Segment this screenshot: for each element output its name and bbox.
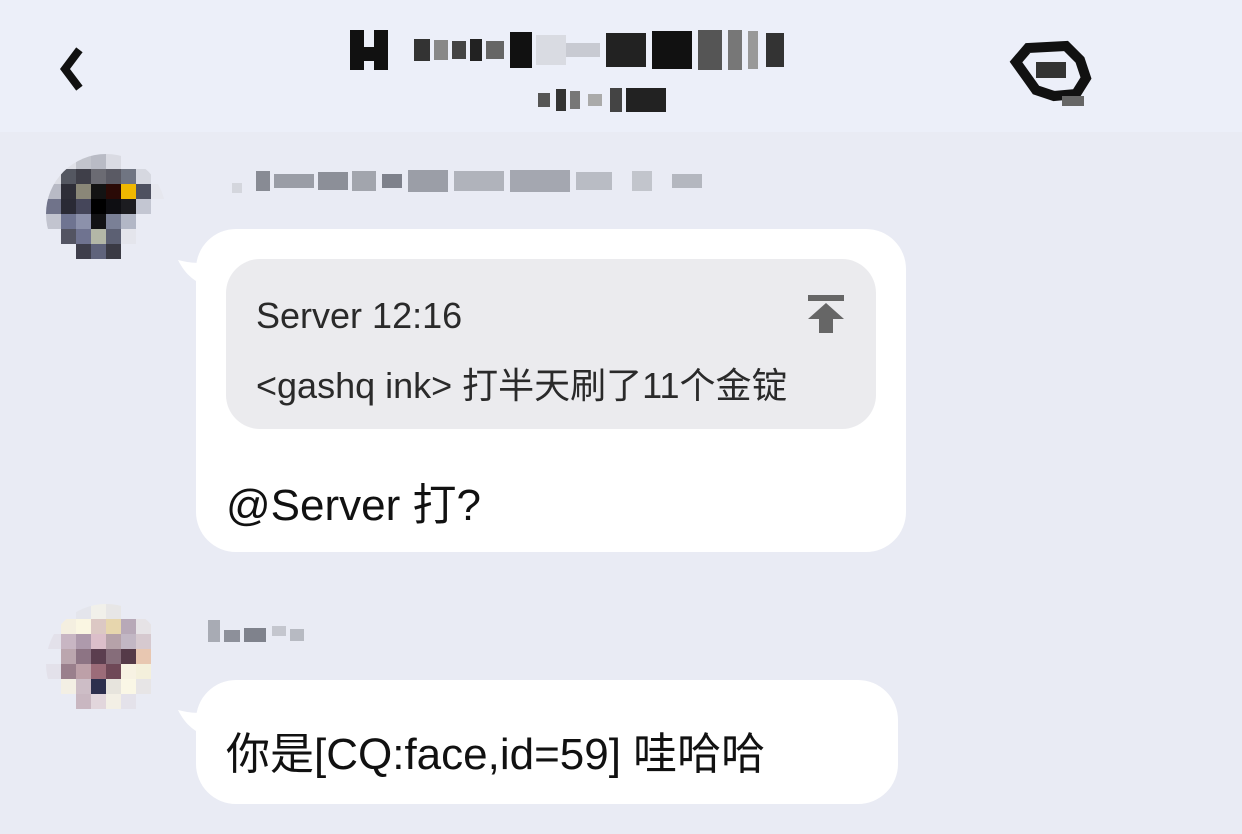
quoted-text: <gashq ink> 打半天刷了11个金锭	[256, 365, 788, 406]
quoted-message-meta: Server 12:16	[256, 295, 462, 337]
group-settings-icon	[1009, 40, 1092, 106]
bubble-tail	[178, 710, 206, 736]
chat-header	[0, 0, 1242, 132]
message-text: @Server 打?	[226, 481, 481, 530]
group-settings-button[interactable]	[1006, 38, 1096, 110]
sender-name-obscured	[232, 166, 702, 196]
bubble-tail	[178, 260, 206, 286]
message-text: 你是[CQ:face,id=59] 哇哈哈	[226, 730, 766, 779]
chat-title-obscured	[340, 26, 910, 122]
quoted-sender: Server	[256, 295, 363, 336]
avatar[interactable]	[46, 154, 166, 274]
message-bubble[interactable]: Server 12:16 <gashq ink> 打半天刷了11个金锭 @Ser…	[196, 229, 906, 552]
back-button[interactable]	[50, 44, 90, 94]
quoted-time: 12:16	[372, 295, 463, 336]
jump-to-top-icon[interactable]	[806, 293, 846, 335]
quoted-message[interactable]: Server 12:16 <gashq ink> 打半天刷了11个金锭	[226, 259, 876, 429]
message-bubble[interactable]: 你是[CQ:face,id=59] 哇哈哈	[196, 680, 898, 804]
chevron-left-icon	[60, 47, 83, 91]
avatar[interactable]	[46, 604, 166, 724]
sender-name-obscured	[208, 616, 304, 646]
